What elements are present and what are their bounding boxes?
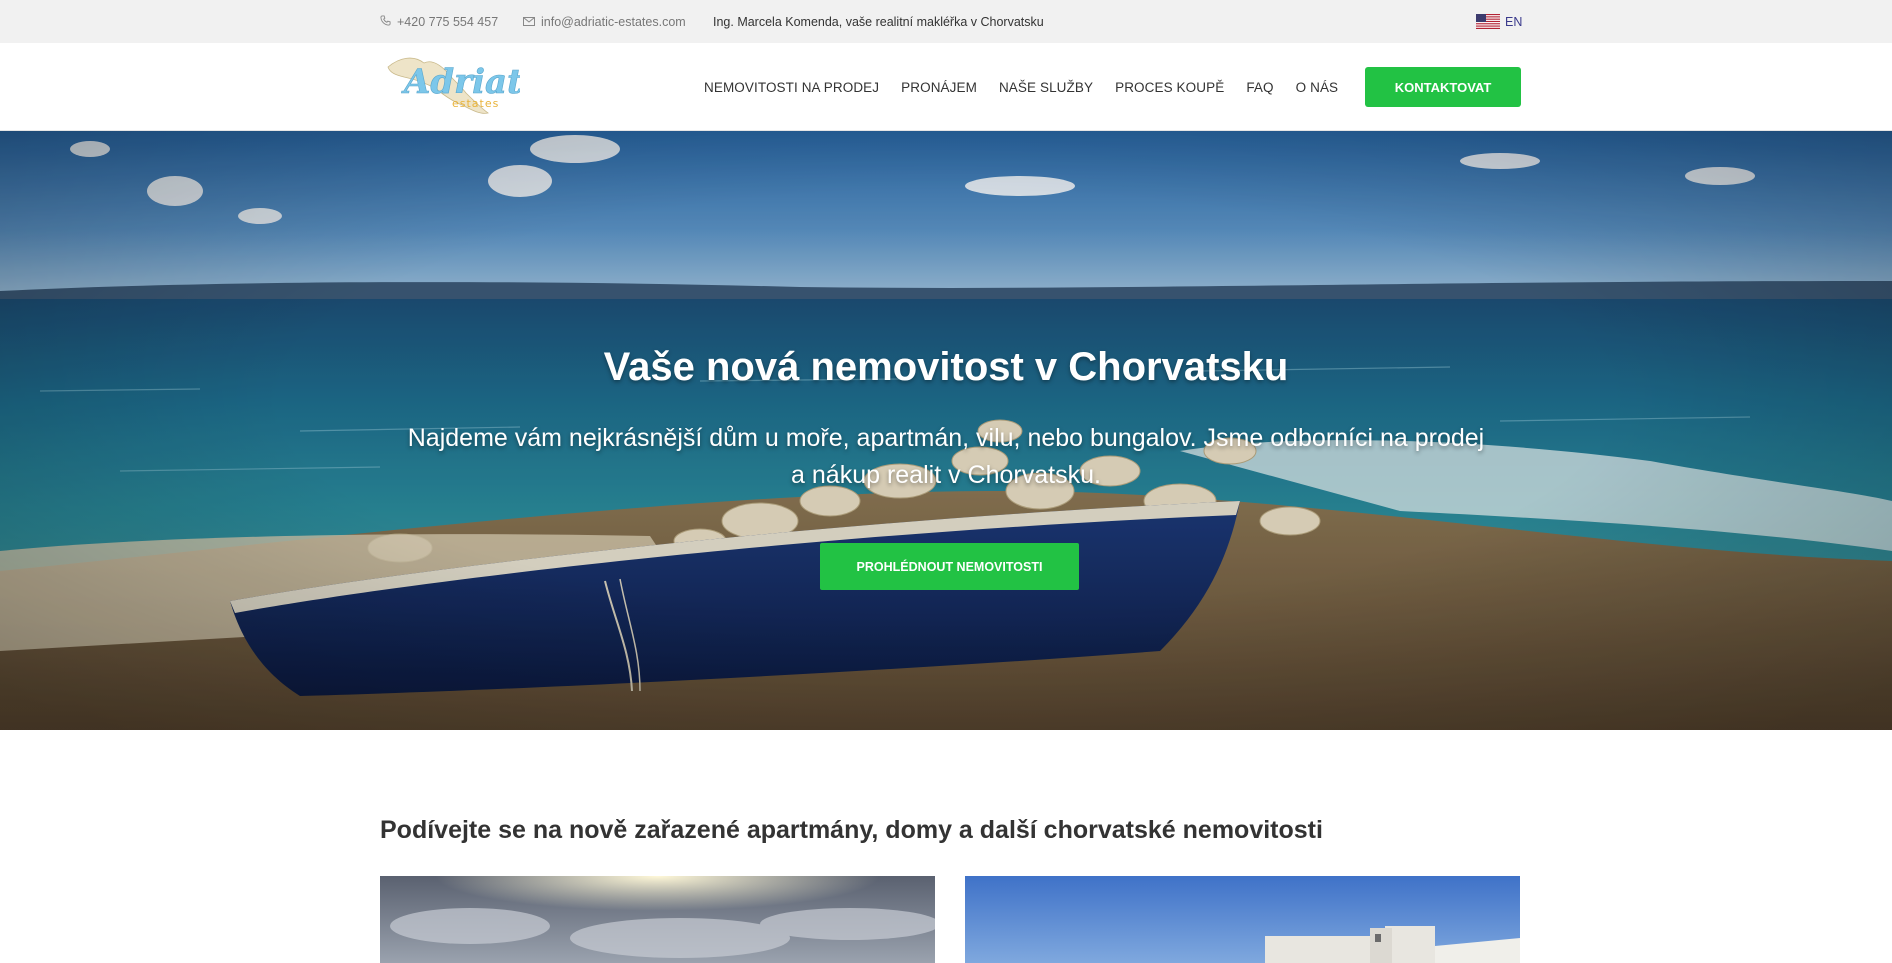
main-header: Adriatic estates NEMOVITOSTI NA PRODEJ P… — [0, 43, 1892, 131]
site-logo[interactable]: Adriatic estates — [380, 49, 557, 125]
phone-icon — [380, 14, 391, 29]
hero-subtitle: Najdeme vám nejkrásnější dům u moře, apa… — [407, 424, 1485, 489]
envelope-icon — [523, 15, 535, 29]
nav-item-faq[interactable]: FAQ — [1246, 80, 1273, 95]
contact-button[interactable]: KONTAKTOVAT — [1365, 67, 1521, 107]
property-image — [380, 876, 935, 963]
browse-properties-button[interactable]: PROHLÉDNOUT NEMOVITOSTI — [820, 543, 1079, 590]
svg-text:Adriatic: Adriatic — [401, 62, 520, 102]
phone-contact[interactable]: +420 775 554 457 — [380, 0, 498, 43]
listings-section-title: Podívejte se na nově zařazené apartmány,… — [380, 816, 1323, 844]
nav-item-about[interactable]: O NÁS — [1296, 80, 1339, 95]
nav-item-services[interactable]: NAŠE SLUŽBY — [999, 80, 1093, 95]
top-bar: +420 775 554 457 info@adriatic-estates.c… — [0, 0, 1892, 43]
email-address[interactable]: info@adriatic-estates.com — [541, 15, 686, 29]
language-switch[interactable]: EN — [1476, 0, 1522, 43]
hero-title: Vaše nová nemovitost v Chorvatsku — [603, 345, 1289, 389]
svg-text:estates: estates — [452, 97, 499, 110]
property-card[interactable] — [965, 876, 1520, 963]
phone-number[interactable]: +420 775 554 457 — [397, 15, 498, 29]
nav-item-properties-for-sale[interactable]: NEMOVITOSTI NA PRODEJ — [704, 80, 879, 95]
nav-item-purchase-process[interactable]: PROCES KOUPĚ — [1115, 80, 1224, 95]
property-image — [965, 876, 1520, 963]
nav-item-rental[interactable]: PRONÁJEM — [901, 80, 977, 95]
hero-banner: Vaše nová nemovitost v Chorvatsku Najdem… — [0, 131, 1892, 730]
property-card[interactable] — [380, 876, 935, 963]
main-nav: NEMOVITOSTI NA PRODEJ PRONÁJEM NAŠE SLUŽ… — [704, 43, 1338, 131]
us-flag-icon — [1476, 14, 1500, 29]
agent-tagline: Ing. Marcela Komenda, vaše realitní makl… — [713, 14, 1044, 29]
email-contact[interactable]: info@adriatic-estates.com — [523, 0, 686, 43]
language-label[interactable]: EN — [1505, 15, 1522, 29]
